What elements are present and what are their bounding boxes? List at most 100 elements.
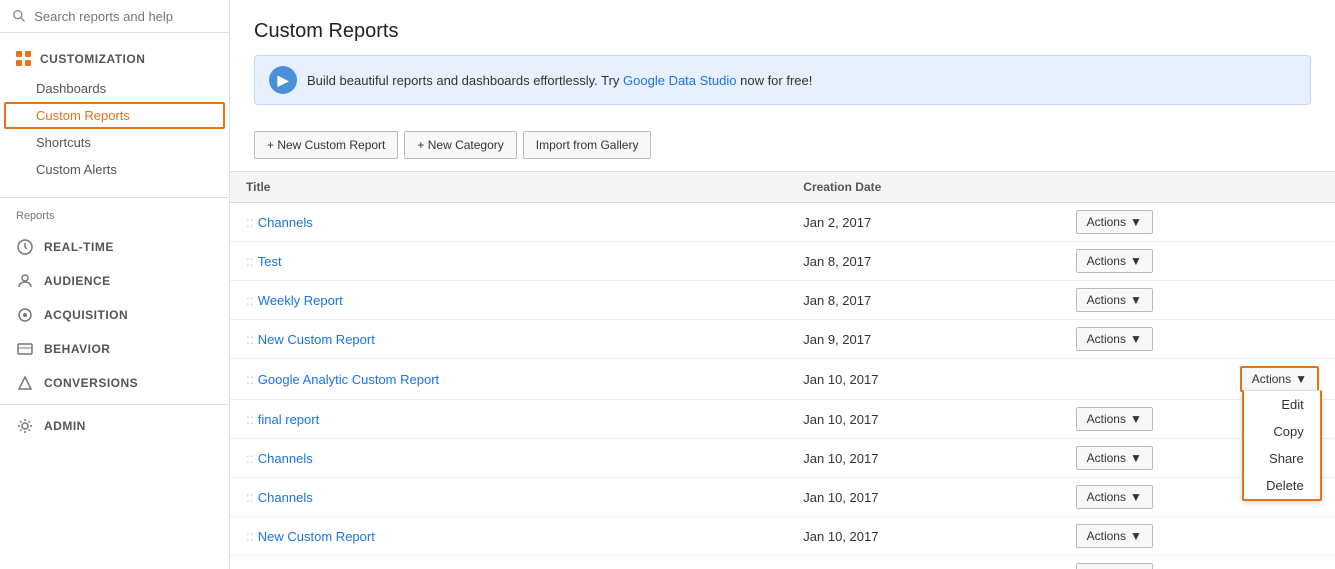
report-date-cell: Jan 8, 2017 [787,242,1059,281]
report-name-cell: ::Channels [230,203,787,242]
divider-2 [0,404,229,405]
table-row: ::ChannelsJan 10, 2017Actions ▼ [230,478,1335,517]
table-row: ::Test Jan 8, 2017 Actions ▼ [230,242,1335,281]
report-actions-cell: Actions ▼ [1060,203,1335,242]
actions-button[interactable]: Actions ▼ [1076,524,1153,548]
table-row: ::New Custom ReportJan 11, 2017Actions ▼ [230,556,1335,569]
admin-icon [16,417,34,435]
conversions-icon [16,374,34,392]
import-gallery-button[interactable]: Import from Gallery [523,131,652,159]
new-report-button[interactable]: + New Custom Report [254,131,398,159]
report-date-cell: Jan 10, 2017 [787,478,1059,517]
google-data-studio-link[interactable]: Google Data Studio [623,73,736,88]
report-link[interactable]: Google Analytic Custom Report [258,372,439,387]
info-banner: ▶ Build beautiful reports and dashboards… [254,55,1311,105]
sidebar-item-audience[interactable]: AUDIENCE [0,264,229,298]
chevron-down-icon: ▼ [1130,451,1142,465]
sidebar-item-custom-alerts[interactable]: Custom Alerts [0,156,229,183]
sidebar-item-realtime[interactable]: REAL-TIME [0,230,229,264]
toolbar: + New Custom Report + New Category Impor… [230,131,1335,159]
report-link[interactable]: Test [258,254,282,269]
actions-button[interactable]: Actions ▼ [1076,407,1153,431]
search-bar[interactable] [0,0,229,33]
admin-label: ADMIN [44,419,86,433]
info-icon: ▶ [269,66,297,94]
actions-button[interactable]: Actions ▼ [1076,446,1153,470]
drag-handle: :: [246,253,254,269]
edit-menu-item[interactable]: Edit [1244,391,1320,418]
drag-handle: :: [246,371,254,387]
realtime-label: REAL-TIME [44,240,114,254]
table-header-row: Title Creation Date [230,172,1335,203]
report-actions-cell: Actions ▼ [1060,242,1335,281]
info-banner-text: Build beautiful reports and dashboards e… [307,73,812,88]
copy-menu-item[interactable]: Copy [1244,418,1320,445]
report-link[interactable]: New Custom Report [258,332,375,347]
sidebar-item-dashboards[interactable]: Dashboards [0,75,229,102]
sidebar-item-custom-reports[interactable]: Custom Reports [4,102,225,129]
page-title: Custom Reports [254,20,1311,43]
main-content: Custom Reports ▶ Build beautiful reports… [230,0,1335,569]
drag-handle: :: [246,411,254,427]
report-link[interactable]: Channels [258,215,313,230]
drag-handle: :: [246,214,254,230]
page-header: Custom Reports ▶ Build beautiful reports… [230,0,1335,131]
sidebar-item-shortcuts[interactable]: Shortcuts [0,129,229,156]
sidebar-item-behavior[interactable]: BEHAVIOR [0,332,229,366]
actions-button[interactable]: Actions ▼ [1076,327,1153,351]
share-menu-item[interactable]: Share [1244,445,1320,472]
actions-button[interactable]: Actions ▼ [1242,368,1317,390]
new-category-button[interactable]: + New Category [404,131,516,159]
behavior-label: BEHAVIOR [44,342,110,356]
table-row: ::ChannelsJan 2, 2017Actions ▼ [230,203,1335,242]
actions-dropdown-menu: Edit Copy Share Delete [1242,390,1322,501]
actions-button[interactable]: Actions ▼ [1076,249,1153,273]
drag-handle: :: [246,528,254,544]
acquisition-icon [16,306,34,324]
report-name-cell: ::Channels [230,478,787,517]
reports-section-label: Reports [0,202,229,230]
sidebar-item-conversions[interactable]: CONVERSIONS [0,366,229,400]
actions-button[interactable]: Actions ▼ [1076,210,1153,234]
report-actions-cell: Actions ▼ Edit Copy Share Delete [1060,359,1335,400]
report-rows: ::ChannelsJan 2, 2017Actions ▼::TestJan … [230,203,1335,569]
report-link[interactable]: Channels [258,451,313,466]
report-name-cell: ::New Custom Report [230,556,787,569]
report-name-cell: ::New Custom Report [230,320,787,359]
search-icon [12,8,26,24]
chevron-down-icon: ▼ [1130,490,1142,504]
report-name-cell: ::Channels [230,439,787,478]
report-actions-cell: Actions ▼ [1060,281,1335,320]
delete-menu-item[interactable]: Delete [1244,472,1320,499]
chevron-down-icon: ▼ [1130,529,1142,543]
report-date-cell: Jan 10, 2017 [787,439,1059,478]
report-link[interactable]: final report [258,412,319,427]
table-row: ::Google Analytic Custom Report Jan 10, 2… [230,359,1335,400]
customization-label: CUSTOMIZATION [40,52,145,66]
actions-button[interactable]: Actions ▼ [1076,563,1153,569]
sidebar-item-acquisition[interactable]: ACQUISITION [0,298,229,332]
report-date-cell: Jan 2, 2017 [787,203,1059,242]
behavior-icon [16,340,34,358]
table-row: ::New Custom ReportJan 9, 2017 Actions ▼ [230,320,1335,359]
actions-button[interactable]: Actions ▼ [1076,485,1153,509]
report-date-cell: Jan 10, 2017 [787,359,1059,400]
sidebar-item-admin[interactable]: ADMIN [0,409,229,443]
report-date-cell: Jan 10, 2017 [787,400,1059,439]
search-input[interactable] [34,9,217,24]
drag-handle: :: [246,489,254,505]
col-actions [1060,172,1335,203]
report-date-cell: Jan 9, 2017 [787,320,1059,359]
actions-button[interactable]: Actions ▼ [1076,288,1153,312]
chevron-down-icon: ▼ [1130,293,1142,307]
report-link[interactable]: Channels [258,490,313,505]
customization-icon [16,51,32,67]
col-date: Creation Date [787,172,1059,203]
drag-handle: :: [246,450,254,466]
report-link[interactable]: New Custom Report [258,529,375,544]
drag-handle: :: [246,292,254,308]
customization-header: CUSTOMIZATION [0,43,229,75]
report-actions-cell: Actions ▼ [1060,556,1335,569]
chevron-down-icon: ▼ [1130,215,1142,229]
report-link[interactable]: Weekly Report [258,293,343,308]
